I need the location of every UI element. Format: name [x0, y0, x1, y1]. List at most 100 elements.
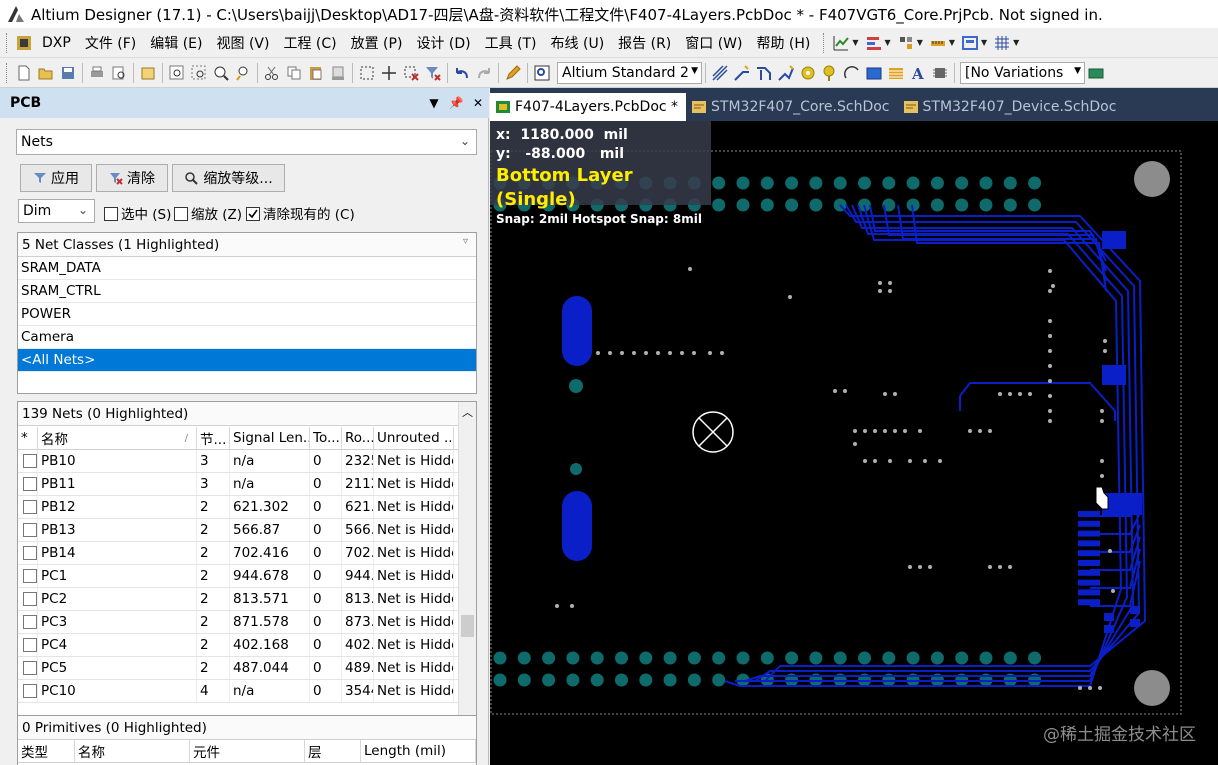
net-class-item-selected[interactable]: <All Nets>: [18, 349, 476, 372]
column-header-type[interactable]: 类型: [18, 740, 75, 762]
nets-scrollbar[interactable]: ︿ ﹀: [458, 402, 476, 765]
row-checkbox-cell[interactable]: [18, 657, 38, 679]
row-checkbox[interactable]: [23, 523, 37, 537]
column-header-name[interactable]: 名称 /: [38, 427, 197, 449]
chevron-down-icon[interactable]: ▼: [949, 38, 955, 47]
chevron-down-icon[interactable]: ▼: [1074, 66, 1081, 76]
select-checkbox[interactable]: [104, 207, 118, 221]
menu-tools[interactable]: 工具 (T): [478, 33, 544, 53]
menu-route[interactable]: 布线 (U): [544, 33, 612, 53]
column-header-layer[interactable]: 层: [305, 740, 361, 762]
net-class-item[interactable]: SRAM_CTRL: [18, 280, 476, 303]
row-checkbox-cell[interactable]: [18, 519, 38, 541]
column-header-length[interactable]: Length (mil): [361, 740, 476, 762]
net-class-item[interactable]: Camera: [18, 326, 476, 349]
select-option[interactable]: 选中 (S): [104, 203, 171, 223]
pencil-icon[interactable]: [504, 64, 522, 82]
browse-components-icon[interactable]: [533, 64, 551, 82]
select-area-icon[interactable]: [358, 64, 376, 82]
menu-project[interactable]: 工程 (C): [276, 33, 343, 53]
route-diff-pair-icon[interactable]: [733, 64, 751, 82]
scrollbar-thumb[interactable]: [461, 615, 474, 637]
save-icon[interactable]: [59, 64, 77, 82]
zoom-level-button[interactable]: 缩放等级...: [172, 164, 285, 192]
table-row[interactable]: PC22813.5710813.Net is Hidden: [18, 588, 460, 611]
toolbar-grip[interactable]: [6, 62, 9, 83]
menu-help[interactable]: 帮助 (H): [749, 33, 817, 53]
table-row[interactable]: PB103n/a02325Net is Hidden: [18, 450, 460, 473]
sort-icon[interactable]: ▿: [463, 236, 468, 247]
place-string-icon[interactable]: A: [909, 64, 927, 83]
redo-icon[interactable]: [475, 64, 493, 82]
zoom-selected-icon[interactable]: [212, 64, 230, 82]
row-checkbox[interactable]: [23, 661, 37, 675]
row-checkbox[interactable]: [23, 638, 37, 652]
panel-mode-select[interactable]: Nets ⌄: [16, 129, 477, 155]
measure-icon[interactable]: [929, 34, 947, 52]
scroll-up-icon[interactable]: ︿: [462, 404, 473, 420]
row-checkbox[interactable]: [23, 477, 37, 491]
column-header-component[interactable]: 元件: [190, 740, 305, 762]
row-checkbox-cell[interactable]: [18, 473, 38, 495]
chevron-down-icon[interactable]: ⌄: [460, 134, 470, 148]
menu-grip[interactable]: [6, 32, 9, 53]
row-checkbox-cell[interactable]: [18, 450, 38, 472]
chart-icon[interactable]: [832, 34, 850, 52]
zoom-checkbox[interactable]: [174, 207, 188, 221]
toolbar-grip[interactable]: [823, 32, 826, 53]
grid-icon[interactable]: [993, 34, 1011, 52]
zoom-filter-icon[interactable]: [234, 64, 252, 82]
menu-file[interactable]: 文件 (F): [78, 33, 143, 53]
net-class-item[interactable]: POWER: [18, 303, 476, 326]
column-header-nodes[interactable]: 节...: [197, 427, 230, 449]
row-checkbox[interactable]: [23, 569, 37, 583]
menu-edit[interactable]: 编辑 (E): [143, 33, 209, 53]
place-component-icon[interactable]: [931, 64, 949, 82]
column-header-prim-name[interactable]: 名称: [75, 740, 190, 762]
chevron-down-icon[interactable]: ▼: [691, 66, 698, 76]
column-header-routed[interactable]: Ro...: [342, 427, 374, 449]
row-checkbox-cell[interactable]: [18, 611, 38, 633]
pin-icon[interactable]: 📌: [445, 96, 467, 110]
paste-icon[interactable]: [307, 64, 325, 82]
zoom-option[interactable]: 缩放 (Z): [174, 203, 242, 223]
row-checkbox[interactable]: [23, 500, 37, 514]
chevron-down-icon[interactable]: ▼: [852, 38, 858, 47]
new-document-icon[interactable]: [15, 64, 33, 82]
table-row[interactable]: PB142702.4160702.Net is Hidden: [18, 542, 460, 565]
apply-button[interactable]: 应用: [20, 164, 92, 192]
row-checkbox[interactable]: [23, 615, 37, 629]
menu-dxp[interactable]: DXP: [35, 35, 78, 51]
clear-existing-option[interactable]: 清除现有的 (C): [246, 203, 355, 223]
pcb-canvas[interactable]: x: 1180.000 mil y: -88.000 mil Bottom La…: [490, 121, 1218, 765]
open-project-icon[interactable]: [139, 64, 157, 82]
print-icon[interactable]: [88, 64, 106, 82]
variations-combo[interactable]: [No Variations ▼: [960, 61, 1085, 84]
table-row[interactable]: PC42402.1680402.Net is Hidden: [18, 634, 460, 657]
column-header-signal-length[interactable]: Signal Len...: [230, 427, 310, 449]
column-header-unrouted[interactable]: Unrouted ...: [374, 427, 454, 449]
column-header-total[interactable]: To...: [310, 427, 342, 449]
place-fill-icon[interactable]: [865, 64, 883, 82]
route-multiple-icon[interactable]: [755, 64, 773, 82]
undo-icon[interactable]: [453, 64, 471, 82]
chevron-down-icon[interactable]: ▼: [885, 38, 891, 47]
clear-filter-icon[interactable]: [424, 64, 442, 82]
zoom-area-icon[interactable]: [190, 64, 208, 82]
align-icon[interactable]: [865, 34, 883, 52]
column-header-mark[interactable]: *: [18, 427, 38, 449]
table-row[interactable]: PB113n/a02112Net is Hidden: [18, 473, 460, 496]
table-row[interactable]: PB122621.3020621.Net is Hidden: [18, 496, 460, 519]
clear-existing-checkbox[interactable]: [246, 207, 260, 221]
net-class-item[interactable]: SRAM_DATA: [18, 257, 476, 280]
tune-length-icon[interactable]: [777, 64, 795, 82]
table-row[interactable]: PC104n/a03544Net is Hidden: [18, 680, 460, 703]
chevron-down-icon[interactable]: ▼: [1013, 38, 1019, 47]
row-checkbox-cell[interactable]: [18, 634, 38, 656]
menu-reports[interactable]: 报告 (R): [611, 33, 678, 53]
deselect-icon[interactable]: [402, 64, 420, 82]
menu-design[interactable]: 设计 (D): [409, 33, 477, 53]
row-checkbox[interactable]: [23, 684, 37, 698]
table-row[interactable]: PC32871.5780873.Net is Hidden: [18, 611, 460, 634]
row-checkbox[interactable]: [23, 454, 37, 468]
